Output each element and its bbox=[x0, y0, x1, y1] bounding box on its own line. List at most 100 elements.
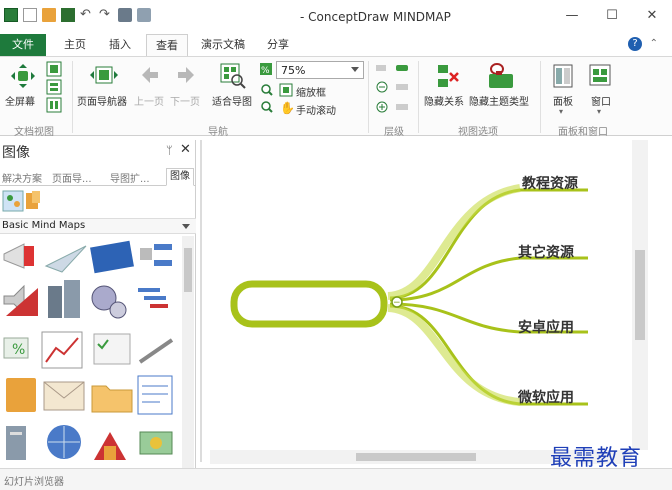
view-mode-icons[interactable] bbox=[46, 61, 62, 115]
close-button[interactable]: ✕ bbox=[632, 0, 672, 30]
hide-topic-types-button[interactable]: 隐藏主题类型 bbox=[469, 93, 529, 108]
panel-close-button[interactable]: ✕ bbox=[180, 142, 191, 157]
buildings-icon[interactable] bbox=[48, 280, 80, 318]
envelope-icon[interactable] bbox=[43, 381, 85, 411]
satellite-icon[interactable] bbox=[140, 244, 172, 266]
checklist-icon[interactable] bbox=[93, 333, 131, 365]
topic-other-resources[interactable]: 其它资源 bbox=[518, 242, 574, 262]
chevron-down-icon[interactable]: ▾ bbox=[559, 107, 563, 116]
tab-presentation[interactable]: 演示文稿 bbox=[196, 34, 250, 56]
hide-relations-button[interactable]: 隐藏关系 bbox=[424, 93, 464, 108]
save-icon[interactable] bbox=[61, 8, 75, 22]
hand-scroll-button[interactable]: 手动滚动 bbox=[296, 102, 336, 117]
panel-scrollbar[interactable] bbox=[182, 236, 194, 468]
watermark-text: 最需教育 bbox=[550, 446, 643, 471]
percent-chart-icon[interactable]: % bbox=[3, 337, 29, 359]
image-gallery: % bbox=[3, 240, 174, 460]
zoom-percent-icon: % bbox=[260, 63, 272, 76]
fullscreen-button[interactable]: 全屏幕 bbox=[5, 93, 35, 108]
topic-tutorial-resources[interactable]: 教程资源 bbox=[522, 173, 578, 193]
quick-access-toolbar: ↶ ↷ bbox=[4, 8, 151, 22]
tab-solutions[interactable]: 解决方案 bbox=[2, 170, 42, 185]
ribbon-tabs: 文件 主页 插入 查看 演示文稿 分享 ? ⌃ bbox=[0, 34, 672, 56]
levels-icons[interactable] bbox=[374, 63, 414, 115]
hand-icon: ✋ bbox=[280, 101, 295, 115]
help-icon[interactable]: ? bbox=[628, 37, 642, 51]
tab-file[interactable]: 文件 bbox=[0, 34, 46, 56]
prev-page-button[interactable]: 上一页 bbox=[134, 93, 164, 108]
open-folder-icon[interactable] bbox=[91, 385, 133, 413]
paper-plane-icon[interactable] bbox=[44, 245, 87, 273]
minimize-button[interactable]: — bbox=[552, 0, 592, 30]
tab-insert[interactable]: 插入 bbox=[102, 34, 138, 56]
new-document-icon[interactable] bbox=[23, 8, 37, 22]
tab-map-extensions[interactable]: 导图扩... bbox=[110, 170, 150, 185]
redo-icon[interactable]: ↷ bbox=[99, 8, 113, 22]
group-doc-view: 文档视图 bbox=[14, 127, 54, 138]
window-button[interactable]: 窗口 bbox=[591, 93, 611, 108]
canvas-vertical-scrollbar[interactable] bbox=[632, 140, 648, 450]
next-page-button[interactable]: 下一页 bbox=[170, 93, 200, 108]
panel-tabs: 解决方案 页面导... 导图扩... 图像 bbox=[0, 168, 196, 186]
print-preview-icon[interactable] bbox=[137, 8, 151, 22]
group-navigation: 导航 bbox=[208, 127, 228, 138]
page-navigator-button[interactable]: 页面导航器 bbox=[77, 93, 127, 108]
ribbon-separator bbox=[72, 61, 73, 133]
ribbon-banner-icon[interactable] bbox=[90, 240, 134, 274]
hide-topic-types-icon bbox=[489, 63, 513, 88]
tab-view[interactable]: 查看 bbox=[146, 34, 188, 56]
window-icon bbox=[589, 64, 611, 86]
zoom-frame-button[interactable]: 缩放框 bbox=[296, 84, 326, 99]
scrollbar-thumb[interactable] bbox=[635, 250, 645, 340]
megaphone-icon[interactable] bbox=[3, 243, 34, 269]
scrollbar-thumb[interactable] bbox=[184, 248, 192, 292]
library-name: Basic Mind Maps bbox=[2, 220, 86, 231]
pin-icon[interactable]: ᛘ bbox=[166, 144, 173, 157]
ribbon-separator bbox=[368, 61, 369, 133]
fit-map-button[interactable]: 适合导图 bbox=[212, 93, 252, 108]
fit-map-icon bbox=[220, 63, 246, 89]
pen-icon[interactable] bbox=[138, 338, 174, 364]
chevron-down-icon bbox=[182, 224, 190, 229]
chevron-down-icon bbox=[351, 67, 359, 72]
gantt-chart-icon[interactable] bbox=[138, 288, 168, 308]
group-panels-windows: 面板和窗口 bbox=[558, 127, 608, 138]
folder-icon[interactable] bbox=[6, 378, 36, 412]
tab-images[interactable]: 图像 bbox=[166, 168, 194, 186]
notepad-icon[interactable] bbox=[137, 375, 173, 415]
scrollbar-thumb[interactable] bbox=[356, 453, 476, 461]
maximize-button[interactable]: ☐ bbox=[592, 0, 632, 30]
zoom-out-icon[interactable] bbox=[261, 101, 273, 113]
next-page-icon bbox=[178, 67, 194, 83]
zoom-select[interactable]: 75% bbox=[276, 61, 364, 79]
ribbon-separator bbox=[418, 61, 419, 133]
globe-icon[interactable] bbox=[47, 425, 81, 459]
window-title: - ConceptDraw MINDMAP bbox=[300, 10, 451, 24]
page-navigator-icon bbox=[90, 66, 118, 84]
prev-page-icon bbox=[142, 67, 158, 83]
tab-page-navigator[interactable]: 页面导... bbox=[52, 170, 92, 185]
slide-browser-label[interactable]: 幻灯片浏览器 bbox=[4, 473, 64, 488]
money-icon[interactable] bbox=[139, 431, 173, 455]
gears-icon[interactable] bbox=[91, 285, 127, 319]
app-window: ↶ ↷ - ConceptDraw MINDMAP — ☐ ✕ 文件 主页 插入… bbox=[0, 0, 672, 490]
library-select[interactable]: Basic Mind Maps bbox=[0, 218, 196, 234]
collapse-ribbon-icon[interactable]: ⌃ bbox=[650, 38, 658, 49]
library-icons[interactable] bbox=[2, 190, 46, 212]
panels-button[interactable]: 面板 bbox=[553, 93, 573, 108]
hide-relations-icon bbox=[438, 65, 459, 87]
central-topic[interactable] bbox=[230, 280, 388, 328]
tab-home[interactable]: 主页 bbox=[56, 34, 94, 56]
growth-arrow-icon[interactable] bbox=[94, 432, 126, 460]
server-icon[interactable] bbox=[6, 426, 26, 460]
line-chart-icon[interactable] bbox=[41, 331, 83, 369]
topic-android-apps[interactable]: 安卓应用 bbox=[518, 317, 574, 337]
tab-share[interactable]: 分享 bbox=[260, 34, 296, 56]
zoom-in-icon[interactable] bbox=[261, 84, 273, 96]
chevron-down-icon[interactable]: ▾ bbox=[597, 107, 601, 116]
undo-icon[interactable]: ↶ bbox=[80, 8, 94, 22]
open-folder-icon[interactable] bbox=[42, 8, 56, 22]
topic-microsoft-apps[interactable]: 微软应用 bbox=[518, 387, 574, 407]
fullscreen-icon bbox=[11, 64, 35, 88]
print-icon[interactable] bbox=[118, 8, 132, 22]
